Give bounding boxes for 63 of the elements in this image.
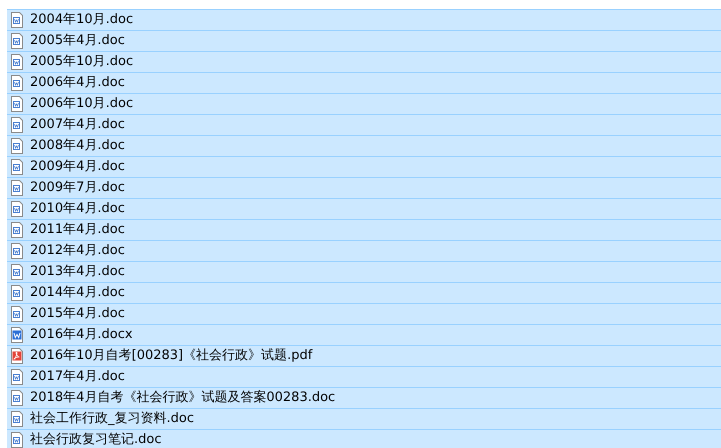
file-name: 2009年4月.doc [30,158,125,176]
file-name: 2015年4月.doc [30,305,125,324]
file-name: 2007年4月.doc [30,116,125,134]
document-icon [10,411,24,427]
file-name: 2013年4月.doc [30,263,125,282]
document-icon [10,432,24,448]
document-icon [10,201,24,217]
file-name: 2011年4月.doc [30,221,125,240]
file-row[interactable]: 2018年4月自考《社会行政》试题及答案00283.doc [7,387,721,408]
file-row[interactable]: 2016年4月.docx [7,324,721,345]
file-row[interactable]: 2017年4月.doc [7,366,721,387]
pdf-icon [10,348,24,364]
document-icon [10,75,24,91]
file-row[interactable]: 2007年4月.doc [7,114,721,135]
document-icon [10,243,24,259]
file-row[interactable]: 2016年10月自考[00283]《社会行政》试题.pdf [7,345,721,366]
file-name: 2016年4月.docx [30,326,133,344]
file-row[interactable]: 2006年10月.doc [7,93,721,114]
document-icon [10,54,24,70]
file-row[interactable]: 2009年4月.doc [7,156,721,177]
file-name: 社会工作行政_复习资料.doc [30,410,194,428]
file-row[interactable]: 2005年4月.doc [7,30,721,51]
file-row[interactable]: 2015年4月.doc [7,303,721,324]
file-name: 2010年4月.doc [30,200,125,218]
document-icon [10,180,24,196]
file-row[interactable]: 2011年4月.doc [7,219,721,240]
file-name: 社会行政复习笔记.doc [30,431,162,448]
file-row[interactable]: 2005年10月.doc [7,51,721,72]
file-row[interactable]: 2009年7月.doc [7,177,721,198]
file-row[interactable]: 2008年4月.doc [7,135,721,156]
file-row[interactable]: 2012年4月.doc [7,240,721,261]
document-icon [10,222,24,238]
document-icon [10,138,24,154]
file-row[interactable]: 2013年4月.doc [7,261,721,282]
document-icon [10,306,24,322]
file-name: 2006年4月.doc [30,74,125,92]
document-icon [10,264,24,280]
file-name: 2009年7月.doc [30,179,125,198]
document-icon [10,96,24,112]
file-name: 2006年10月.doc [30,95,134,114]
file-name: 2005年4月.doc [30,32,125,50]
document-icon [10,285,24,301]
file-name: 2017年4月.doc [30,368,125,386]
file-row[interactable]: 社会行政复习笔记.doc [7,429,721,448]
document-icon [10,390,24,406]
document-icon [10,159,24,175]
word-document-icon [10,327,24,343]
file-row[interactable]: 2006年4月.doc [7,72,721,93]
document-icon [10,117,24,133]
file-row[interactable]: 社会工作行政_复习资料.doc [7,408,721,429]
file-name: 2004年10月.doc [30,11,134,30]
file-row[interactable]: 2010年4月.doc [7,198,721,219]
file-name: 2018年4月自考《社会行政》试题及答案00283.doc [30,389,336,408]
document-icon [10,12,24,28]
file-row[interactable]: 2004年10月.doc [7,9,721,30]
file-name: 2012年4月.doc [30,242,125,260]
document-icon [10,369,24,385]
file-name: 2005年10月.doc [30,53,134,72]
file-name: 2016年10月自考[00283]《社会行政》试题.pdf [30,347,312,366]
file-name: 2014年4月.doc [30,284,125,302]
file-name: 2008年4月.doc [30,137,125,156]
document-icon [10,33,24,49]
file-row[interactable]: 2014年4月.doc [7,282,721,303]
